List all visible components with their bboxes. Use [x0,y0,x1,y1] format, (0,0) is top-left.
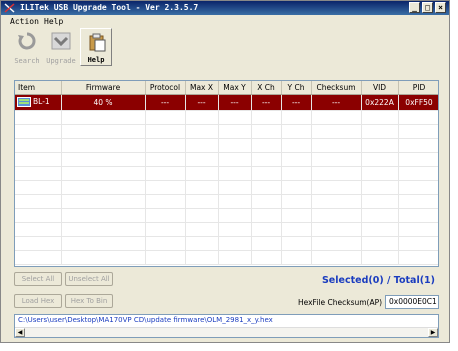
window-title: ILITek USB Upgrade Tool - Ver 2.3.5.7 [20,3,199,12]
load-hex-button[interactable]: Load Hex [14,294,62,308]
empty-row [15,250,438,265]
cell-protocol: --- [145,94,186,111]
search-label: Search [14,57,40,65]
table-header: Item Firmware Protocol Max X Max Y X Ch … [15,81,438,95]
hex-to-bin-button[interactable]: Hex To Bin [65,294,113,308]
maximize-button[interactable]: □ [422,2,433,13]
checksum-field[interactable]: 0x0000E0C1 [385,295,439,309]
cell-max-y: --- [218,94,252,111]
col-item[interactable]: Item [15,81,62,95]
col-checksum[interactable]: Checksum [311,81,362,95]
menu-action[interactable]: Action [10,15,39,28]
file-path: C:\Users\user\Desktop\MA170VP CD\update … [18,316,273,324]
empty-row [15,110,438,125]
unselect-all-button[interactable]: Unselect All [65,272,113,286]
empty-row [15,180,438,195]
minimize-button[interactable]: _ [409,2,420,13]
select-all-button[interactable]: Select All [14,272,62,286]
menu-help[interactable]: Help [44,15,63,28]
col-vid[interactable]: VID [361,81,399,95]
cell-max-x: --- [185,94,219,111]
table-row[interactable]: BL-1 40 % --- --- --- --- --- --- 0x222A… [15,94,438,111]
empty-row [15,138,438,153]
scroll-left-icon[interactable]: ◀ [15,328,25,337]
scroll-right-icon[interactable]: ▶ [428,328,438,337]
col-firmware[interactable]: Firmware [61,81,146,95]
empty-row [15,124,438,139]
selection-status: Selected(0) / Total(1) [321,275,435,286]
col-y-ch[interactable]: Y Ch [281,81,312,95]
horizontal-scrollbar[interactable]: ◀ ▶ [15,327,438,337]
cell-pid: 0xFF50 [398,94,438,111]
item-label: BL-1 [33,97,50,106]
checksum-label: HexFile Checksum(AP) : [298,298,387,307]
col-max-x[interactable]: Max X [185,81,219,95]
search-button[interactable]: Search [11,28,43,66]
chevron-down-icon [51,32,71,50]
close-button[interactable]: × [435,2,446,13]
col-pid[interactable]: PID [398,81,438,95]
cell-checksum: --- [311,94,362,111]
empty-row [15,194,438,209]
empty-row [15,236,438,251]
col-protocol[interactable]: Protocol [145,81,186,95]
device-table: Item Firmware Protocol Max X Max Y X Ch … [14,80,439,267]
cell-y-ch: --- [281,94,312,111]
upgrade-button[interactable]: Upgrade [45,28,77,66]
help-button[interactable]: Help [80,28,112,66]
help-label: Help [87,56,105,64]
empty-row [15,166,438,181]
upgrade-label: Upgrade [46,57,76,65]
title-bar: ILITek USB Upgrade Tool - Ver 2.3.5.7 _ … [1,1,449,15]
app-icon [4,3,15,13]
cell-vid: 0x222A [361,94,399,111]
device-icon [17,97,31,107]
app-window: ILITek USB Upgrade Tool - Ver 2.3.5.7 _ … [0,0,450,343]
empty-row [15,222,438,237]
cell-firmware: 40 % [61,94,146,111]
search-icon [18,32,36,50]
col-x-ch[interactable]: X Ch [251,81,282,95]
cell-x-ch: --- [251,94,282,111]
clipboard-icon [89,33,106,52]
col-max-y[interactable]: Max Y [218,81,252,95]
menu-bar: Action Help [1,15,449,28]
empty-row [15,208,438,223]
file-path-box[interactable]: C:\Users\user\Desktop\MA170VP CD\update … [14,314,439,338]
cell-item[interactable]: BL-1 [15,94,62,111]
empty-row [15,152,438,167]
